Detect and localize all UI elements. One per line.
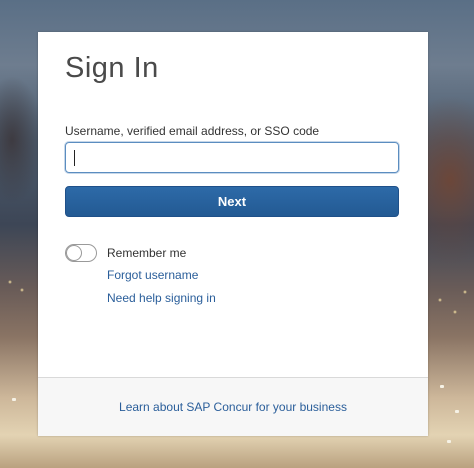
text-caret (74, 150, 75, 166)
remember-me-toggle[interactable] (65, 244, 97, 262)
boat (447, 440, 451, 443)
username-input[interactable] (66, 143, 398, 172)
sign-in-card: Sign In Username, verified email address… (38, 32, 428, 436)
boat (440, 385, 444, 388)
boat (12, 398, 16, 401)
need-help-link[interactable]: Need help signing in (107, 291, 216, 305)
toggle-knob (66, 245, 82, 261)
next-button[interactable]: Next (65, 186, 399, 217)
forgot-username-link[interactable]: Forgot username (107, 268, 198, 282)
username-label: Username, verified email address, or SSO… (65, 124, 320, 138)
remember-me-label: Remember me (107, 246, 187, 260)
boat (455, 410, 459, 413)
learn-about-concur-link[interactable]: Learn about SAP Concur for your business (38, 400, 428, 414)
username-field-wrapper (65, 142, 399, 173)
card-footer: Learn about SAP Concur for your business (38, 377, 428, 436)
page-title: Sign In (65, 52, 159, 84)
